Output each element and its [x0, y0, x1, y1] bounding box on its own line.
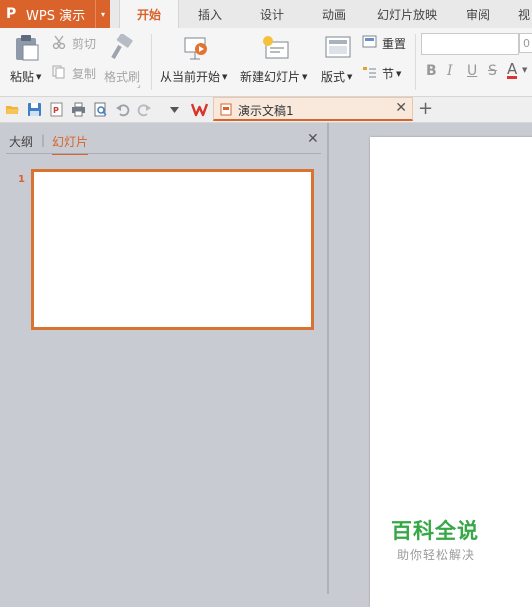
tab-animation[interactable]: 动画 [310, 0, 358, 28]
font-color-button[interactable]: A [507, 62, 518, 79]
slideshow-play-icon [184, 37, 207, 60]
tab-insert[interactable]: 插入 [186, 0, 234, 28]
layout-button[interactable]: 版式 ▼ [318, 32, 358, 90]
pane-tab-separator: | [41, 133, 46, 147]
customize-dropdown-icon[interactable] [167, 102, 182, 117]
paintbrush-icon [111, 34, 133, 60]
new-slide-label: 新建幻灯片 ▼ [240, 70, 308, 84]
font-color-dropdown-icon[interactable]: ▼ [522, 66, 527, 74]
pane-tabs-divider [6, 153, 321, 154]
close-document-tab-icon[interactable]: ✕ [395, 100, 407, 116]
tab-review[interactable]: 审阅 [456, 0, 500, 28]
watermark-subtitle: 助你轻松解决 [397, 548, 476, 562]
print-icon[interactable] [71, 102, 86, 117]
layout-icon [325, 36, 351, 58]
slide-thumbnail-1[interactable] [31, 169, 314, 330]
document-tab-title: 演示文稿1 [238, 104, 294, 118]
tab-view[interactable]: 视 [512, 0, 532, 28]
wps-home-icon[interactable] [191, 102, 208, 117]
ribbon-separator [415, 34, 416, 90]
app-menu-dropdown-icon[interactable]: ▾ [95, 0, 110, 28]
copy-label: 复制 [72, 67, 97, 81]
svg-text:P: P [53, 106, 59, 115]
tab-home[interactable]: 开始 [119, 0, 179, 29]
wps-app-menu-button[interactable]: P WPS 演示 ▾ [0, 0, 110, 28]
watermark-title: 百科全说 [391, 519, 479, 543]
scissors-icon [52, 35, 66, 49]
play-from-current-button[interactable]: 从当前开始 ▼ [158, 32, 232, 90]
cut-button[interactable]: 剪切 [52, 34, 100, 52]
copy-icon [52, 65, 65, 79]
reset-icon [362, 35, 377, 48]
paste-label: 粘贴 ▼ [10, 70, 42, 84]
new-slide-button[interactable]: 新建幻灯片 ▼ [240, 32, 314, 90]
tab-slideshow[interactable]: 幻灯片放映 [372, 0, 442, 28]
section-button[interactable]: 节 ▼ [362, 64, 410, 82]
bold-button[interactable]: B [426, 63, 437, 79]
document-tab[interactable]: 演示文稿1 ✕ [213, 97, 413, 121]
presentation-file-icon [220, 103, 232, 116]
section-label: 节 ▼ [382, 67, 402, 81]
underline-button[interactable]: U [467, 63, 477, 79]
play-from-current-label: 从当前开始 ▼ [160, 70, 228, 84]
quick-access-toolbar: P 演示文稿1 ✕ + [0, 97, 532, 123]
tab-outline[interactable]: 大纲 [9, 133, 33, 150]
redo-icon[interactable] [137, 102, 152, 117]
open-folder-icon[interactable] [5, 102, 20, 117]
tab-slides[interactable]: 幻灯片 [52, 133, 89, 155]
undo-icon[interactable] [115, 102, 130, 117]
export-pdf-icon[interactable]: P [49, 102, 64, 117]
slide-navigation-pane: 大纲 | 幻灯片 ✕ 1 [0, 123, 327, 594]
cut-label: 剪切 [72, 37, 97, 51]
font-name-input[interactable] [421, 33, 519, 55]
app-name: WPS 演示 [26, 8, 86, 24]
slide-number: 1 [18, 174, 25, 185]
ribbon-tab-bar: P WPS 演示 ▾ 开始 插入 设计 动画 幻灯片放映 审阅 视 [0, 0, 532, 29]
clipboard-launcher-icon[interactable]: ⌟ [137, 80, 141, 89]
format-painter-label: 格式刷 [104, 70, 141, 84]
wps-logo-icon: P [6, 6, 17, 22]
section-icon [363, 67, 376, 78]
print-preview-icon[interactable] [93, 102, 108, 117]
paste-button[interactable]: 粘贴 ▼ [8, 32, 48, 90]
new-tab-button[interactable]: + [418, 98, 433, 119]
reset-label: 重置 [382, 37, 407, 51]
tab-design[interactable]: 设计 [248, 0, 296, 28]
pane-tabs: 大纲 | 幻灯片 [0, 123, 327, 155]
reset-button[interactable]: 重置 [362, 34, 410, 52]
clipboard-icon [16, 35, 39, 61]
ribbon-home: 粘贴 ▼ 剪切 复制 格式刷 ⌟ 从当前开始 ▼ 新建幻灯片 ▼ 版式 ▼ 重置… [0, 28, 532, 97]
italic-button[interactable]: I [447, 63, 453, 79]
ribbon-separator [151, 34, 152, 90]
layout-label: 版式 ▼ [321, 70, 353, 84]
save-icon[interactable] [27, 102, 42, 117]
strikethrough-button[interactable]: S [488, 63, 497, 79]
close-pane-icon[interactable]: ✕ [307, 131, 319, 147]
font-size-input[interactable]: 0 [519, 33, 532, 53]
copy-button[interactable]: 复制 [52, 64, 100, 82]
new-slide-icon [263, 36, 289, 59]
